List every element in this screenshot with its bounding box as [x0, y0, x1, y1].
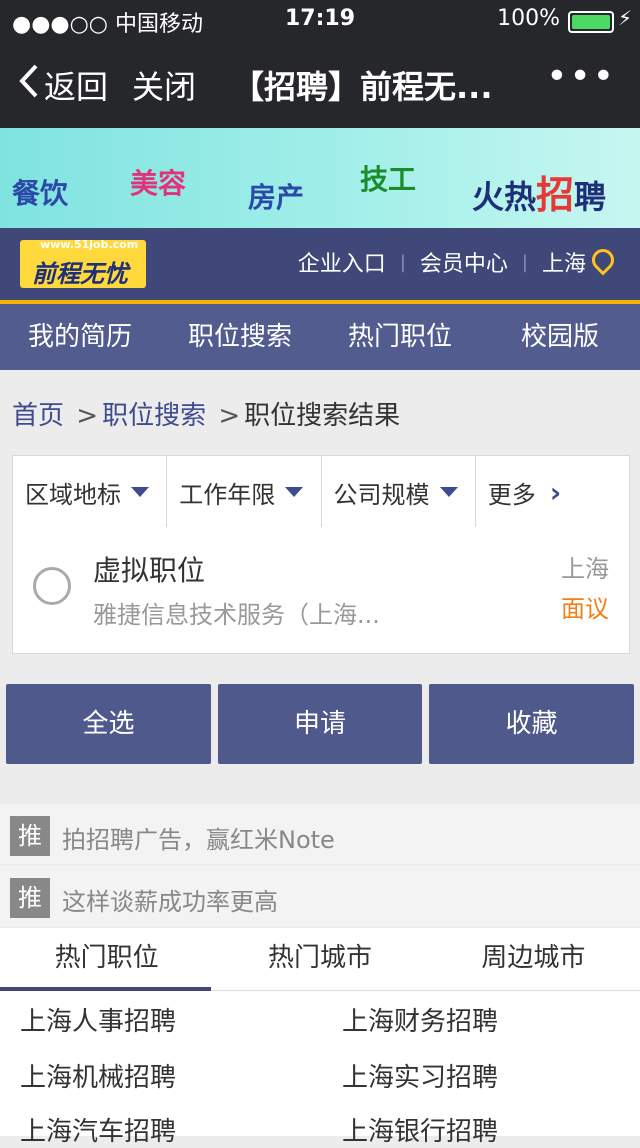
slogan-part-a: 火热	[472, 178, 537, 216]
filter-area[interactable]: 区域地标	[13, 456, 168, 528]
job-title: 虚拟职位	[93, 554, 206, 587]
filter-company-size[interactable]: 公司规模	[322, 456, 476, 528]
caret-down-icon	[285, 487, 304, 497]
job-city: 上海	[561, 555, 609, 583]
breadcrumb: 首页 > 职位搜索 > 职位搜索结果	[12, 395, 400, 432]
list-item[interactable]: 上海汽车招聘	[20, 1111, 176, 1148]
promo-tag: 推	[10, 816, 50, 856]
filter-experience-label: 工作年限	[179, 480, 276, 509]
menu-my-resume[interactable]: 我的简历	[0, 304, 160, 370]
charging-icon: ⚡	[617, 6, 632, 30]
header-links: 企业入口 | 会员中心 | 上海	[298, 244, 619, 278]
more-options-button[interactable]: •••	[546, 56, 616, 97]
promo-item[interactable]: 推 拍招聘广告，赢红米Note	[0, 804, 640, 864]
slogan-part-b: 招	[536, 173, 575, 217]
company-name: 雅捷信息技术服务（上海...	[93, 601, 380, 629]
site-header: www.51job.com 前程无忧 企业入口 | 会员中心 | 上海	[0, 228, 640, 300]
menu-hot-jobs[interactable]: 热门职位	[320, 304, 480, 370]
status-bar: ●●●○○ 中国移动 17:19 100% ⚡	[0, 0, 640, 40]
filter-more-label: 更多	[487, 480, 536, 509]
logo-url: www.51job.com	[40, 238, 139, 251]
tab-nearby-cities[interactable]: 周边城市	[427, 928, 640, 990]
banner-slogan: 火热招聘	[472, 164, 606, 219]
hot-job-links: 上海人事招聘 上海财务招聘 上海机械招聘 上海实习招聘 上海汽车招聘 上海银行招…	[0, 991, 640, 1147]
promo-text: 这样谈薪成功率更高	[62, 888, 278, 916]
page-title: 【招聘】前程无...	[232, 68, 493, 106]
banner-catering: 餐饮	[12, 177, 69, 210]
filter-bar: 区域地标 工作年限 公司规模 更多 ›	[12, 455, 630, 529]
chevron-left-icon	[18, 63, 40, 107]
back-label: 返回	[44, 68, 109, 106]
menu-job-search[interactable]: 职位搜索	[160, 304, 320, 370]
recruitment-banner[interactable]: 餐饮 美容 房产 技工 火热招聘	[0, 128, 640, 228]
breadcrumb-home[interactable]: 首页	[12, 401, 64, 431]
chevron-right-icon: ›	[549, 475, 562, 509]
caret-down-icon	[131, 487, 149, 497]
divider: |	[399, 251, 406, 273]
job-salary: 面议	[561, 595, 609, 623]
menu-campus[interactable]: 校园版	[480, 304, 640, 370]
breadcrumb-current: 职位搜索结果	[244, 401, 401, 431]
filter-area-label: 区域地标	[25, 480, 121, 509]
logo-text: 前程无忧	[32, 260, 128, 288]
caret-down-icon	[439, 487, 458, 497]
site-logo[interactable]: www.51job.com 前程无忧	[20, 238, 146, 288]
banner-realestate: 房产	[248, 181, 305, 214]
main-menu: 我的简历 职位搜索 热门职位 校园版	[0, 304, 640, 370]
list-item[interactable]: 上海财务招聘	[342, 1001, 498, 1038]
breadcrumb-sep: >	[76, 401, 99, 431]
job-list-item[interactable]: 虚拟职位 雅捷信息技术服务（上海... 上海 面议	[12, 527, 630, 654]
tab-bar: 热门职位 热门城市 周边城市	[0, 928, 640, 993]
enterprise-entry-link[interactable]: 企业入口	[298, 246, 386, 278]
job-select-radio[interactable]	[33, 567, 71, 605]
city-label: 上海	[541, 252, 586, 277]
navigation-bar: 返回 关闭 【招聘】前程无... •••	[0, 40, 640, 128]
battery-percent: 100%	[497, 6, 560, 31]
promo-item[interactable]: 推 这样谈薪成功率更高	[0, 866, 640, 926]
apply-button[interactable]: 申请	[218, 684, 422, 764]
list-item[interactable]: 上海机械招聘	[20, 1057, 176, 1094]
slogan-part-c: 聘	[574, 178, 607, 216]
banner-beauty: 美容	[130, 167, 187, 200]
select-all-button[interactable]: 全选	[6, 684, 211, 764]
banner-technician: 技工	[360, 163, 417, 196]
top-bar: ●●●○○ 中国移动 17:19 100% ⚡ 返回 关闭 【招聘】前程无...…	[0, 0, 640, 128]
list-item[interactable]: 上海人事招聘	[20, 1001, 176, 1038]
promo-tag: 推	[10, 878, 50, 918]
city-selector[interactable]: 上海	[541, 244, 619, 278]
filter-more[interactable]: 更多 ›	[476, 456, 629, 528]
close-button[interactable]: 关闭	[132, 62, 196, 108]
member-center-link[interactable]: 会员中心	[420, 246, 508, 278]
battery-level	[572, 15, 610, 29]
battery-icon	[568, 11, 614, 33]
back-button[interactable]: 返回	[18, 62, 108, 108]
filter-experience[interactable]: 工作年限	[167, 456, 322, 528]
breadcrumb-sep: >	[218, 401, 241, 431]
divider: |	[521, 251, 528, 273]
filter-company-size-label: 公司规模	[333, 480, 430, 509]
tab-hot-jobs[interactable]: 热门职位	[0, 928, 213, 990]
tab-hot-cities[interactable]: 热门城市	[213, 928, 426, 990]
breadcrumb-search[interactable]: 职位搜索	[102, 401, 206, 431]
location-pin-icon	[587, 244, 619, 276]
favorite-button[interactable]: 收藏	[429, 684, 634, 764]
promo-text: 拍招聘广告，赢红米Note	[62, 826, 335, 854]
list-item[interactable]: 上海银行招聘	[342, 1111, 498, 1148]
list-item[interactable]: 上海实习招聘	[342, 1057, 498, 1094]
